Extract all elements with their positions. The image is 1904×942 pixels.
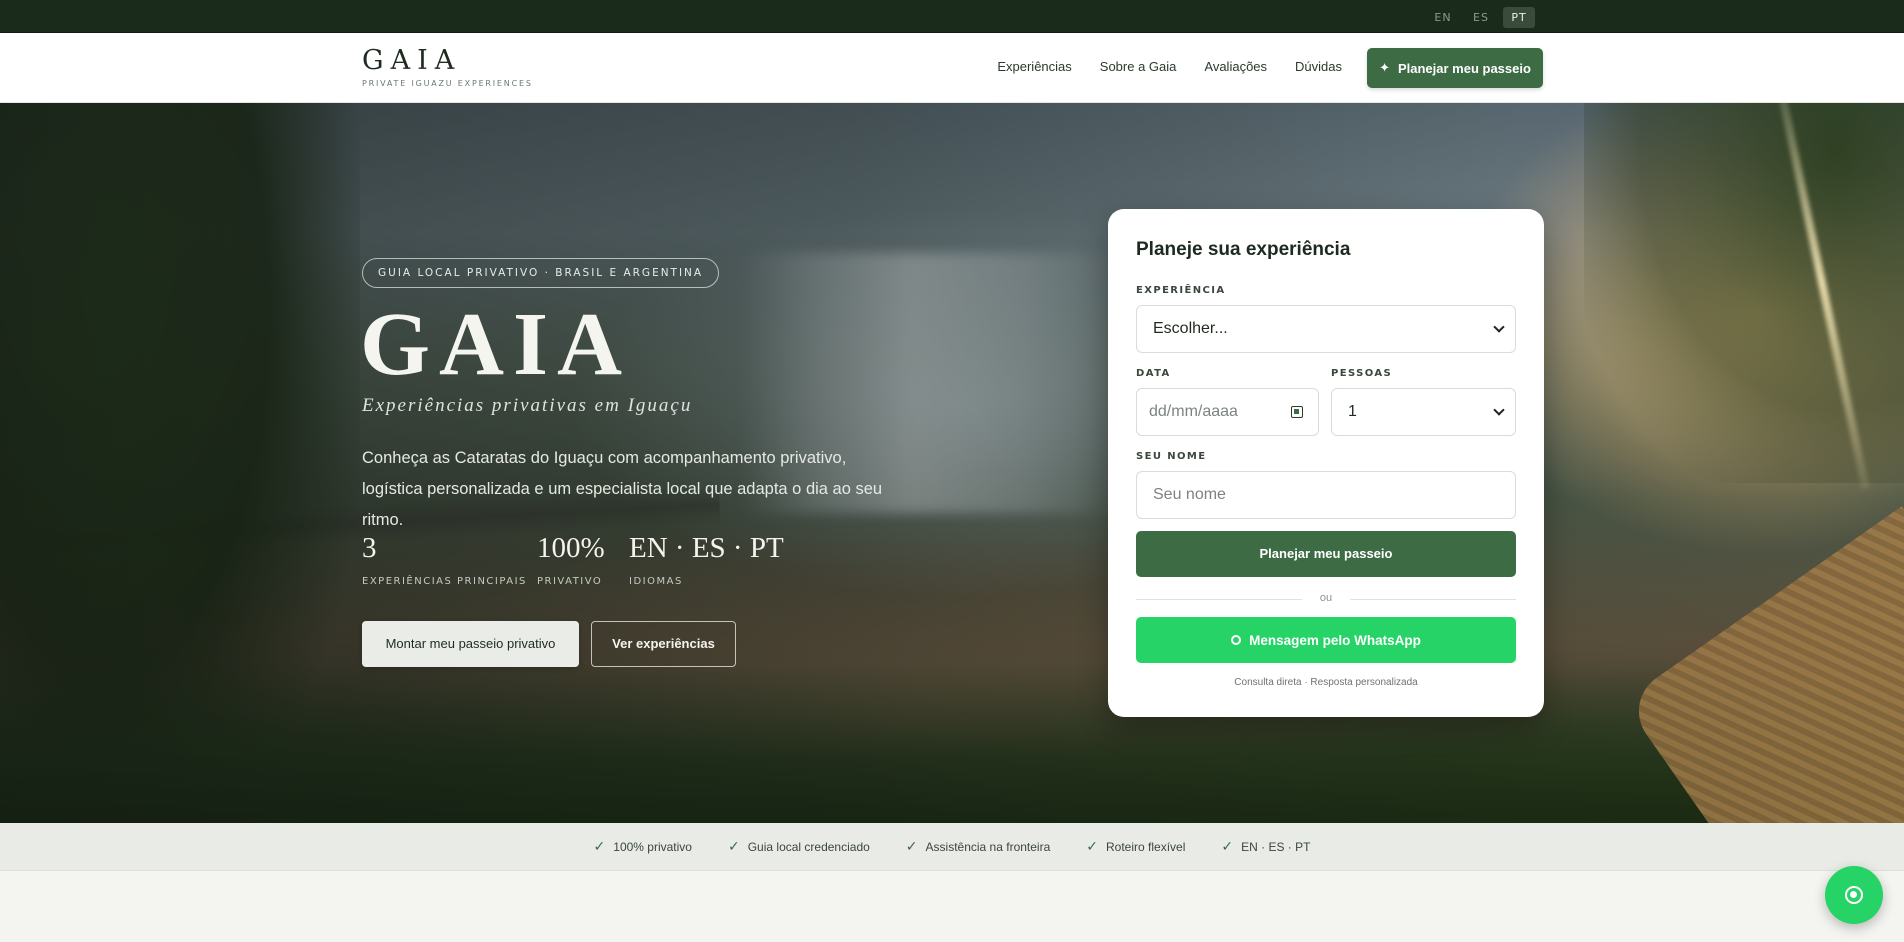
chevron-down-icon xyxy=(1493,404,1505,416)
check-icon: ✓ xyxy=(1086,838,1098,855)
stat-value: 100% xyxy=(537,532,605,564)
hero-overlay xyxy=(0,103,1904,823)
hero-section: GUIA LOCAL PRIVATIVO · BRASIL E ARGENTIN… xyxy=(0,103,1904,823)
plan-tour-submit-button[interactable]: Planejar meu passeio xyxy=(1136,531,1516,577)
logo[interactable]: GAIA PRIVATE IGUAZU EXPERIENCES xyxy=(362,45,533,89)
people-select-value: 1 xyxy=(1348,403,1357,420)
lang-pt[interactable]: PT xyxy=(1503,7,1535,28)
stat-label: EXPERIÊNCIAS PRINCIPAIS xyxy=(362,576,527,587)
whatsapp-message-button[interactable]: Mensagem pelo WhatsApp xyxy=(1136,617,1516,663)
experience-label: EXPERIÊNCIA xyxy=(1136,285,1226,296)
hero-stats: 3 EXPERIÊNCIAS PRINCIPAIS 100% PRIVATIVO… xyxy=(362,531,789,587)
logo-wordmark: GAIA xyxy=(362,45,462,76)
check-icon: ✓ xyxy=(727,838,740,855)
whatsapp-button-label: Mensagem pelo WhatsApp xyxy=(1249,632,1421,648)
trust-bar: ✓ 100% privativo ✓ Guia local credenciad… xyxy=(0,823,1904,871)
check-icon: ✓ xyxy=(1221,838,1234,855)
stat-label: IDIOMAS xyxy=(629,576,683,587)
stat-value: EN · ES · PT xyxy=(629,532,784,564)
date-label: DATA xyxy=(1136,368,1171,379)
booking-title: Planeje sua experiência xyxy=(1136,239,1351,260)
trust-item: ✓ Guia local credenciado xyxy=(728,839,870,855)
site-header: GAIA PRIVATE IGUAZU EXPERIENCES Experiên… xyxy=(0,33,1904,103)
name-placeholder: Seu nome xyxy=(1153,486,1226,503)
stat-private: 100% PRIVATIVO xyxy=(537,531,629,587)
experience-select[interactable]: Escolher... xyxy=(1136,305,1516,353)
trust-item-label: Assistência na fronteira xyxy=(925,839,1051,854)
language-bar: EN ES PT xyxy=(0,0,1904,33)
nav-experiencias[interactable]: Experiências xyxy=(997,59,1071,74)
name-label: SEU NOME xyxy=(1136,451,1207,462)
date-placeholder: dd/mm/aaaa xyxy=(1149,403,1238,420)
experience-select-value: Escolher... xyxy=(1153,320,1228,337)
hero-title: GAIA xyxy=(360,295,632,394)
trust-item-label: 100% privativo xyxy=(613,839,692,854)
stat-languages: EN · ES · PT IDIOMAS xyxy=(629,531,789,587)
booking-note: Consulta direta · Resposta personalizada xyxy=(1234,677,1418,688)
sparkle-icon: ✦ xyxy=(1379,60,1390,75)
hero-subtitle: Experiências privativas em Iguaçu xyxy=(362,395,693,416)
hero-badge: GUIA LOCAL PRIVATIVO · BRASIL E ARGENTIN… xyxy=(362,258,720,288)
or-separator: ou xyxy=(1302,592,1350,604)
trust-item: ✓ EN · ES · PT xyxy=(1221,839,1310,855)
chevron-down-icon xyxy=(1493,321,1505,333)
booking-card: Planeje sua experiência EXPERIÊNCIA Esco… xyxy=(1108,209,1544,717)
build-private-tour-button[interactable]: Montar meu passeio privativo xyxy=(362,621,579,667)
plan-tour-header-label: Planejar meu passeio xyxy=(1397,60,1531,76)
stat-label: PRIVATIVO xyxy=(537,576,603,587)
date-input[interactable]: dd/mm/aaaa xyxy=(1136,388,1319,436)
stat-value: 3 xyxy=(362,532,377,564)
check-icon: ✓ xyxy=(593,838,606,855)
calendar-icon[interactable] xyxy=(1291,406,1303,418)
check-icon: ✓ xyxy=(905,838,918,855)
trust-item: ✓ Roteiro flexível xyxy=(1086,839,1185,855)
whatsapp-icon xyxy=(1231,635,1242,645)
hero-description: Conheça as Cataratas do Iguaçu com acomp… xyxy=(362,449,883,529)
stat-experiences: 3 EXPERIÊNCIAS PRINCIPAIS xyxy=(362,531,537,587)
trust-item-label: Guia local credenciado xyxy=(747,839,870,854)
lang-es[interactable]: ES xyxy=(1465,7,1497,28)
logo-tagline: PRIVATE IGUAZU EXPERIENCES xyxy=(362,79,533,88)
name-input[interactable]: Seu nome xyxy=(1136,471,1516,519)
trust-item-label: Roteiro flexível xyxy=(1106,839,1186,854)
lang-en[interactable]: EN xyxy=(1427,7,1459,28)
people-select[interactable]: 1 xyxy=(1331,388,1516,436)
trust-item: ✓ Assistência na fronteira xyxy=(906,839,1050,855)
whatsapp-floating-button[interactable] xyxy=(1825,866,1883,924)
main-nav: Experiências Sobre a Gaia Avaliações Dúv… xyxy=(997,59,1342,74)
trust-item-label: EN · ES · PT xyxy=(1241,839,1311,854)
whatsapp-icon xyxy=(1845,886,1863,904)
plan-tour-header-button[interactable]: ✦ Planejar meu passeio xyxy=(1367,48,1543,88)
language-switcher: EN ES PT xyxy=(1427,7,1535,28)
trust-item: ✓ 100% privativo xyxy=(594,839,692,855)
nav-sobre[interactable]: Sobre a Gaia xyxy=(1100,59,1177,74)
nav-duvidas[interactable]: Dúvidas xyxy=(1295,59,1342,74)
people-label: PESSOAS xyxy=(1331,368,1393,379)
nav-avaliacoes[interactable]: Avaliações xyxy=(1204,59,1267,74)
view-experiences-button[interactable]: Ver experiências xyxy=(591,621,736,667)
